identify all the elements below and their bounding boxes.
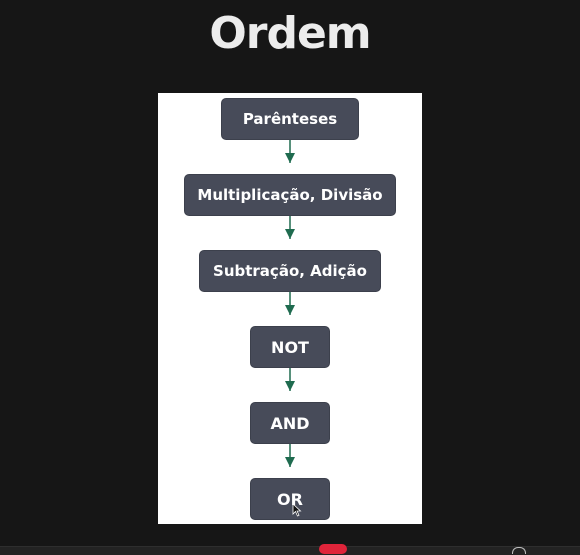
edge-5-6: [285, 444, 295, 467]
taskbar: [0, 544, 580, 555]
node-parenteses: Parênteses: [221, 98, 359, 140]
node-not: NOT: [250, 326, 330, 368]
mouse-cursor-icon: [292, 503, 302, 517]
edge-3-4: [285, 292, 295, 315]
slide-title: Ordem: [209, 8, 371, 59]
notification-badge-icon[interactable]: [319, 544, 347, 554]
edge-1-2: [285, 140, 295, 163]
flowchart-panel: Parênteses Multiplicação, Divisão Subtra…: [158, 93, 422, 524]
flowchart-edges: [285, 140, 295, 467]
node-or: OR: [250, 478, 330, 520]
edge-2-3: [285, 216, 295, 239]
node-and: AND: [250, 402, 330, 444]
edge-4-5: [285, 368, 295, 391]
node-subtracao-adicao: Subtração, Adição: [199, 250, 381, 292]
node-multiplicacao-divisao: Multiplicação, Divisão: [184, 174, 396, 216]
user-icon[interactable]: [512, 547, 526, 554]
slide: Ordem Parênteses Multiplicação, Divisão …: [0, 0, 580, 555]
